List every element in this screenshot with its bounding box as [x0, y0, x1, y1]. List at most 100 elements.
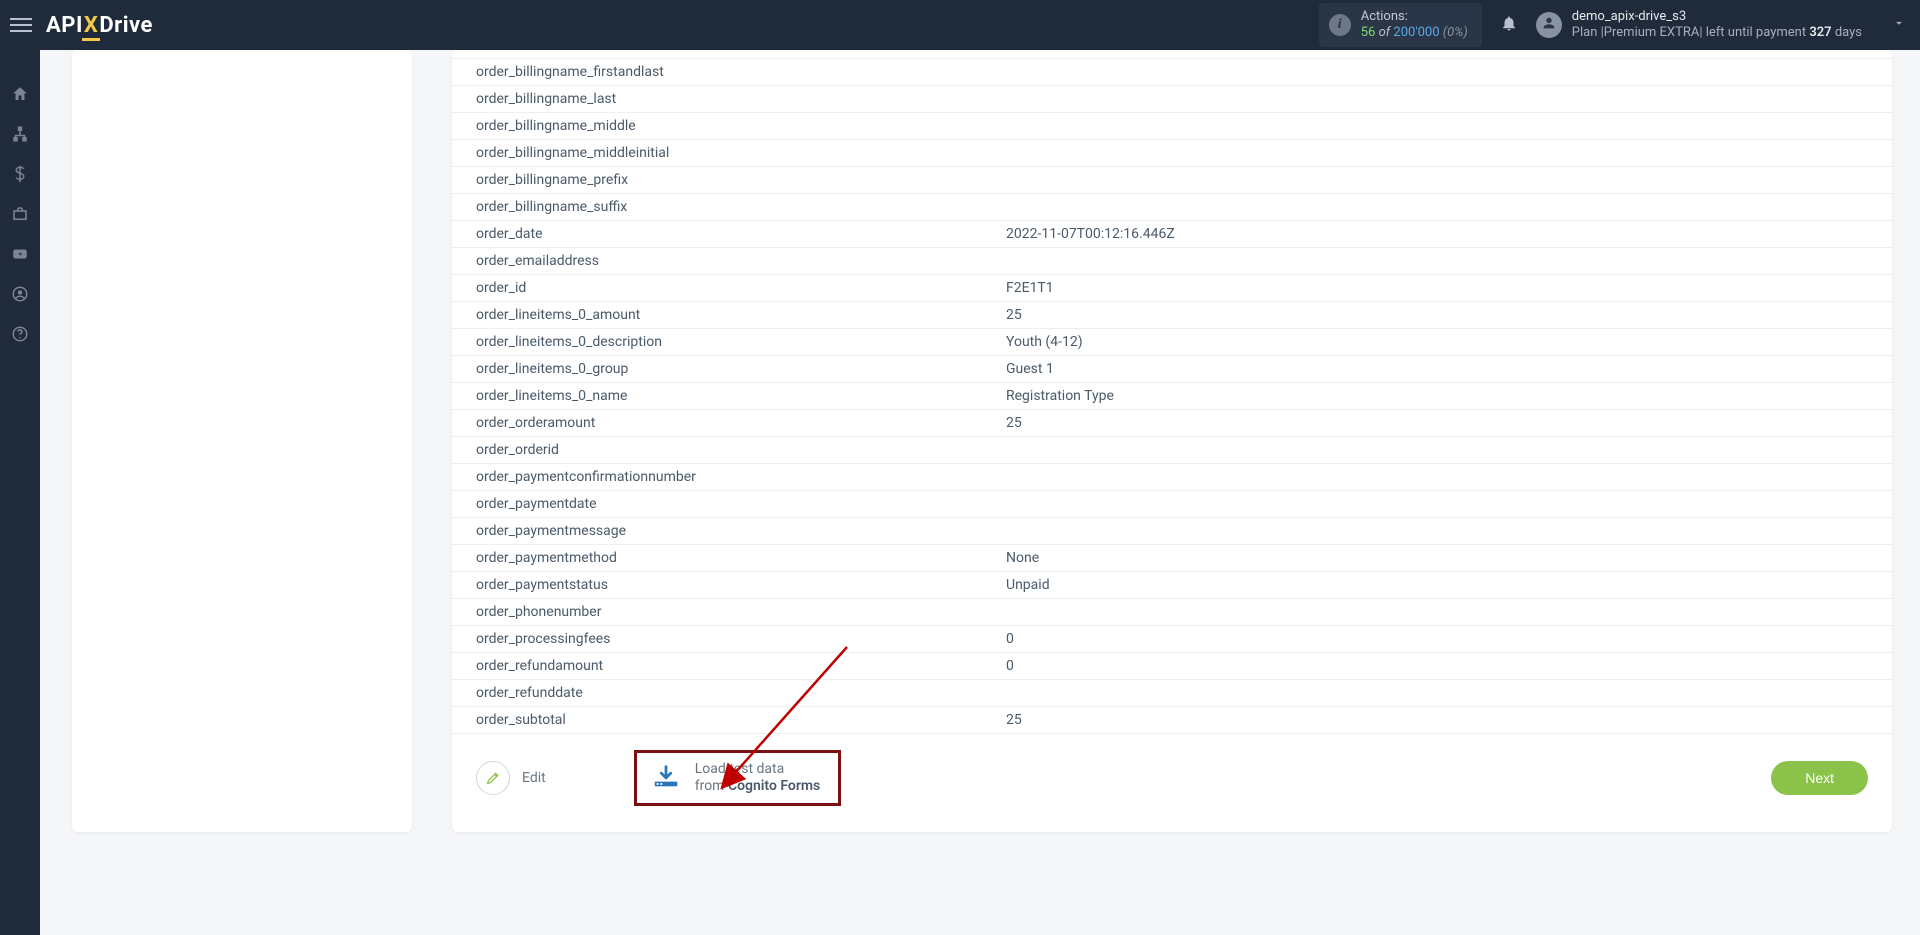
- data-key: order_refundamount: [476, 658, 1006, 674]
- edit-button[interactable]: Edit: [476, 761, 546, 795]
- data-row: order_paymentmethodNone: [452, 545, 1892, 572]
- actions-label: Actions:: [1361, 9, 1468, 25]
- data-key: order_paymentdate: [476, 496, 1006, 512]
- data-row: order_paymentstatusUnpaid: [452, 572, 1892, 599]
- brand-logo[interactable]: APIXDrive: [46, 13, 153, 38]
- load-test-data-button[interactable]: Load test data from Cognito Forms: [634, 750, 842, 806]
- user-circle-icon: [11, 285, 29, 307]
- actions-counter[interactable]: i Actions: 56 of 200'000 (0%): [1319, 3, 1482, 46]
- info-icon: i: [1329, 14, 1351, 36]
- question-icon: [11, 325, 29, 347]
- data-row: order_lineitems_0_nameRegistration Type: [452, 383, 1892, 410]
- data-key: order_paymentconfirmationnumber: [476, 469, 1006, 485]
- menu-toggle[interactable]: [10, 14, 32, 36]
- data-row: order_billingname_middle: [452, 113, 1892, 140]
- data-key: order_billingname_last: [476, 91, 1006, 107]
- data-value: 0: [1006, 658, 1868, 674]
- user-icon: [1541, 15, 1557, 35]
- data-key: order_phonenumber: [476, 604, 1006, 620]
- edit-label: Edit: [522, 770, 546, 786]
- data-value: [1006, 64, 1868, 80]
- data-key: order_lineitems_0_amount: [476, 307, 1006, 323]
- nav-projects[interactable]: [0, 196, 40, 236]
- actions-pct: (0%): [1443, 25, 1468, 40]
- data-key: order_date: [476, 226, 1006, 242]
- data-value: [1006, 253, 1868, 269]
- data-row: order_orderid: [452, 437, 1892, 464]
- youtube-icon: [11, 245, 29, 267]
- data-key: order_billingname_firstandlast: [476, 64, 1006, 80]
- main-area: order_billingname_firstandlast order_bill…: [40, 50, 1920, 935]
- data-row: order_orderamount25: [452, 410, 1892, 437]
- data-value: [1006, 523, 1868, 539]
- data-panel: order_billingname_firstandlast order_bill…: [452, 50, 1892, 832]
- nav-connections[interactable]: [0, 116, 40, 156]
- data-row: order_billingname_last: [452, 86, 1892, 113]
- user-text: demo_apix-drive_s3 Plan |Premium EXTRA| …: [1572, 9, 1862, 40]
- data-row: order_paymentconfirmationnumber: [452, 464, 1892, 491]
- data-value: [1006, 685, 1868, 701]
- data-value: [1006, 469, 1868, 485]
- data-key: order_billingname_middleinitial: [476, 145, 1006, 161]
- data-row: order_lineitems_0_amount25: [452, 302, 1892, 329]
- data-value: 0: [1006, 631, 1868, 647]
- data-key: order_emailaddress: [476, 253, 1006, 269]
- chevron-down-icon: [1892, 18, 1906, 34]
- download-icon: [651, 764, 681, 792]
- data-value: Guest 1: [1006, 361, 1868, 377]
- data-key: order_orderamount: [476, 415, 1006, 431]
- data-value: Unpaid: [1006, 577, 1868, 593]
- data-row: order_emailaddress: [452, 248, 1892, 275]
- nav-videos[interactable]: [0, 236, 40, 276]
- logo-part-x: X: [83, 13, 99, 38]
- dollar-icon: [11, 165, 29, 187]
- sitemap-icon: [11, 125, 29, 147]
- data-value: 2022-11-07T00:12:16.446Z: [1006, 226, 1868, 242]
- nav-account[interactable]: [0, 276, 40, 316]
- data-row: order_billingname_firstandlast: [452, 58, 1892, 86]
- load-text: Load test data from Cognito Forms: [695, 761, 821, 795]
- home-icon: [11, 85, 29, 107]
- data-key: order_lineitems_0_group: [476, 361, 1006, 377]
- data-key: order_lineitems_0_description: [476, 334, 1006, 350]
- logo-part-drive: Drive: [99, 13, 153, 38]
- user-menu[interactable]: demo_apix-drive_s3 Plan |Premium EXTRA| …: [1536, 9, 1862, 40]
- data-key: order_refunddate: [476, 685, 1006, 701]
- top-header: APIXDrive i Actions: 56 of 200'000 (0%) …: [0, 0, 1920, 50]
- data-key: order_subtotal: [476, 712, 1006, 728]
- user-menu-caret[interactable]: [1892, 16, 1906, 34]
- data-value: [1006, 199, 1868, 215]
- notifications-button[interactable]: [1500, 14, 1518, 36]
- next-button[interactable]: Next: [1771, 761, 1868, 795]
- nav-home[interactable]: [0, 76, 40, 116]
- data-key: order_billingname_middle: [476, 118, 1006, 134]
- data-row: order_billingname_middleinitial: [452, 140, 1892, 167]
- data-row: order_refundamount0: [452, 653, 1892, 680]
- user-plan: Plan |Premium EXTRA| left until payment …: [1572, 25, 1862, 41]
- data-value: None: [1006, 550, 1868, 566]
- avatar: [1536, 12, 1562, 38]
- data-row: order_idF2E1T1: [452, 275, 1892, 302]
- data-key: order_billingname_suffix: [476, 199, 1006, 215]
- panel-footer: Edit Load test data: [452, 734, 1892, 806]
- user-name: demo_apix-drive_s3: [1572, 9, 1862, 25]
- load-line1: Load test data: [695, 761, 821, 778]
- bell-icon: [1500, 20, 1518, 36]
- data-value: F2E1T1: [1006, 280, 1868, 296]
- logo-part-api: API: [46, 13, 83, 38]
- data-value: [1006, 604, 1868, 620]
- data-key: order_paymentmethod: [476, 550, 1006, 566]
- data-value: [1006, 172, 1868, 188]
- data-row: order_phonenumber: [452, 599, 1892, 626]
- pencil-icon: [476, 761, 510, 795]
- data-value: [1006, 91, 1868, 107]
- data-key: order_lineitems_0_name: [476, 388, 1006, 404]
- data-value: 25: [1006, 712, 1868, 728]
- nav-billing[interactable]: [0, 156, 40, 196]
- nav-help[interactable]: [0, 316, 40, 356]
- actions-of: of: [1379, 25, 1391, 40]
- data-row: order_refunddate: [452, 680, 1892, 707]
- briefcase-icon: [11, 205, 29, 227]
- data-value: [1006, 118, 1868, 134]
- data-key: order_processingfees: [476, 631, 1006, 647]
